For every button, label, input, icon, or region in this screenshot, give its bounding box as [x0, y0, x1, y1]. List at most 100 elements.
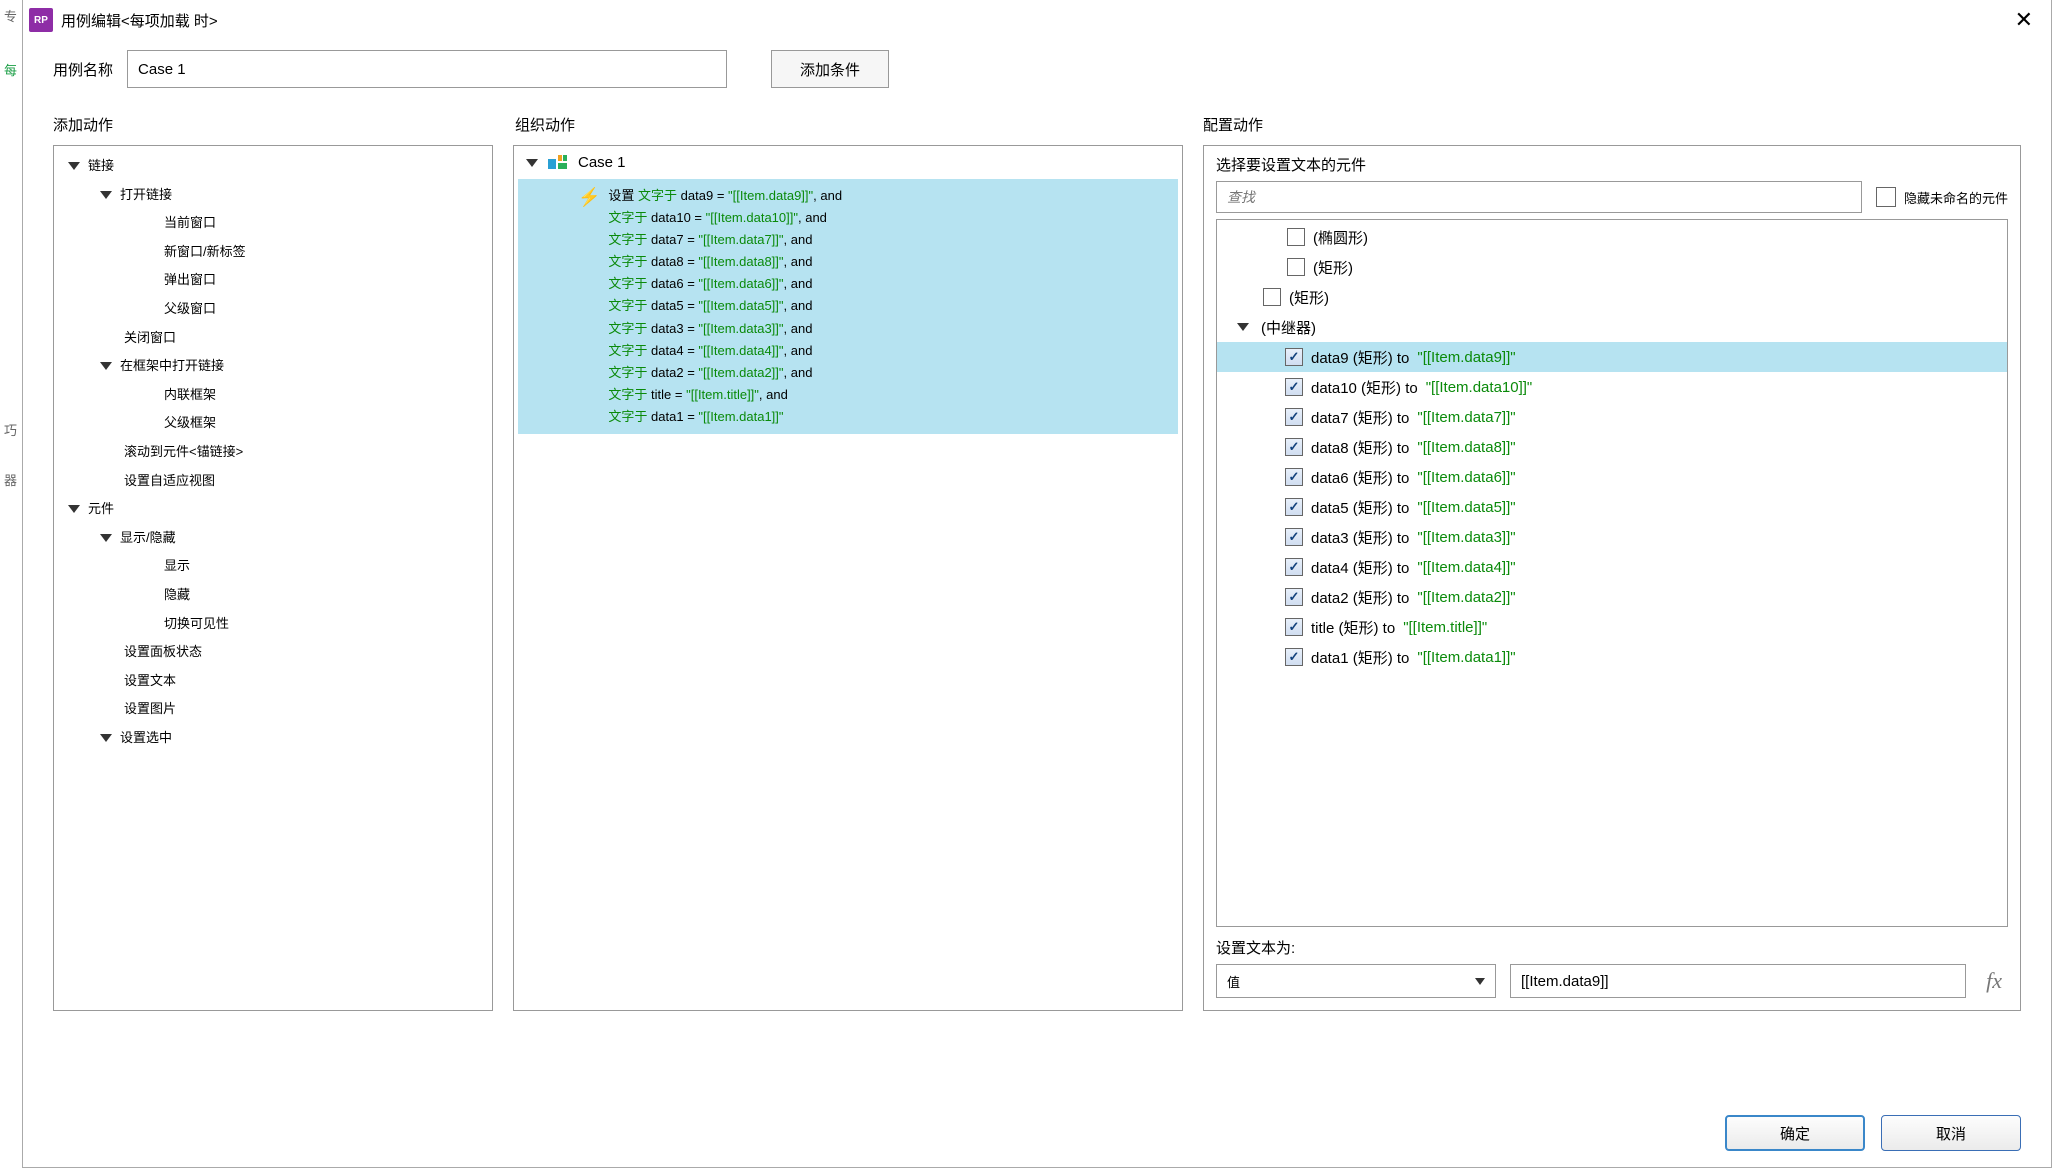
widget-item-row[interactable]: data1 (矩形) to "[[Item.data1]]" — [1217, 642, 2007, 672]
tree-label: 隐藏 — [164, 581, 190, 610]
action-tree-item[interactable]: 父级窗口 — [54, 295, 492, 324]
search-input[interactable] — [1216, 181, 1862, 213]
checkbox-icon[interactable] — [1285, 378, 1303, 396]
tree-label: 内联框架 — [164, 381, 216, 410]
caret-down-icon — [100, 362, 112, 370]
tree-label: 父级框架 — [164, 409, 216, 438]
widget-item-row[interactable]: data5 (矩形) to "[[Item.data5]]" — [1217, 492, 2007, 522]
organize-panel: Case 1 ⚡ 设置 文字于 data9 = "[[Item.data9]]"… — [513, 145, 1183, 1011]
widget-item-value: "[[Item.title]]" — [1403, 619, 1487, 636]
action-tree-item[interactable]: 隐藏 — [54, 581, 492, 610]
widget-item-row[interactable]: data8 (矩形) to "[[Item.data8]]" — [1217, 432, 2007, 462]
tree-label: 打开链接 — [120, 181, 172, 210]
tree-label: 滚动到元件<锚链接> — [124, 438, 243, 467]
widget-item-label: data2 (矩形) to — [1311, 587, 1409, 608]
checkbox-icon[interactable] — [1285, 618, 1303, 636]
action-tree-item[interactable]: 设置选中 — [54, 724, 492, 753]
action-tree-item[interactable]: 父级框架 — [54, 409, 492, 438]
tree-label: 新窗口/新标签 — [164, 238, 246, 267]
action-tree-item[interactable]: 打开链接 — [54, 181, 492, 210]
action-tree-item[interactable]: 设置面板状态 — [54, 638, 492, 667]
widget-item-label: data4 (矩形) to — [1311, 557, 1409, 578]
action-tree-item[interactable]: 滚动到元件<锚链接> — [54, 438, 492, 467]
checkbox-icon[interactable] — [1285, 528, 1303, 546]
action-line: 文字于 data2 = "[[Item.data2]]", and — [608, 362, 842, 384]
action-tree-item[interactable]: 当前窗口 — [54, 209, 492, 238]
case-name-row: 用例名称 添加条件 — [23, 40, 2051, 96]
checkbox-icon[interactable] — [1263, 288, 1281, 306]
action-tree-item[interactable]: 新窗口/新标签 — [54, 238, 492, 267]
close-icon[interactable]: ✕ — [2003, 3, 2045, 37]
action-tree-item[interactable]: 设置图片 — [54, 695, 492, 724]
widget-item-row[interactable]: data3 (矩形) to "[[Item.data3]]" — [1217, 522, 2007, 552]
widget-item-row[interactable]: data2 (矩形) to "[[Item.data2]]" — [1217, 582, 2007, 612]
widget-item-row[interactable]: data4 (矩形) to "[[Item.data4]]" — [1217, 552, 2007, 582]
action-tree-item[interactable]: 元件 — [54, 495, 492, 524]
app-icon: RP — [29, 8, 53, 32]
checkbox-icon[interactable] — [1285, 348, 1303, 366]
widget-label: (矩形) — [1289, 287, 1329, 308]
dropdown-value: 值 — [1227, 972, 1240, 991]
ok-button[interactable]: 确定 — [1725, 1115, 1865, 1151]
widget-row[interactable]: (椭圆形) — [1217, 222, 2007, 252]
widget-item-label: data5 (矩形) to — [1311, 497, 1409, 518]
case-row[interactable]: Case 1 — [516, 148, 1180, 177]
case-editor-dialog: RP 用例编辑<每项加载 时> ✕ 用例名称 添加条件 添加动作 组织动作 配置… — [22, 0, 2052, 1168]
set-text-value-input[interactable] — [1510, 964, 1966, 998]
action-tree-item[interactable]: 关闭窗口 — [54, 324, 492, 353]
caret-down-icon — [100, 734, 112, 742]
action-tree-item[interactable]: 内联框架 — [54, 381, 492, 410]
action-tree-item[interactable]: 显示/隐藏 — [54, 524, 492, 553]
case-name-input[interactable] — [127, 50, 727, 88]
caret-down-icon — [100, 534, 112, 542]
checkbox-icon[interactable] — [1285, 468, 1303, 486]
widget-row[interactable]: (矩形) — [1217, 252, 2007, 282]
widget-item-row[interactable]: data6 (矩形) to "[[Item.data6]]" — [1217, 462, 2007, 492]
checkbox-icon[interactable] — [1285, 498, 1303, 516]
widget-label: (椭圆形) — [1313, 227, 1368, 248]
checkbox-icon[interactable] — [1285, 588, 1303, 606]
checkbox-icon[interactable] — [1287, 228, 1305, 246]
widget-item-row[interactable]: title (矩形) to "[[Item.title]]" — [1217, 612, 2007, 642]
set-text-type-dropdown[interactable]: 值 — [1216, 964, 1496, 998]
action-tree-item[interactable]: 显示 — [54, 552, 492, 581]
actions-tree-scroll[interactable]: 链接打开链接当前窗口新窗口/新标签弹出窗口父级窗口关闭窗口在框架中打开链接内联框… — [54, 146, 492, 1010]
action-set-text[interactable]: ⚡ 设置 文字于 data9 = "[[Item.data9]]", and文字… — [518, 179, 1178, 434]
widget-row[interactable]: (矩形) — [1217, 282, 2007, 312]
checkbox-icon[interactable] — [1285, 648, 1303, 666]
widget-item-row[interactable]: data7 (矩形) to "[[Item.data7]]" — [1217, 402, 2007, 432]
cancel-button[interactable]: 取消 — [1881, 1115, 2021, 1151]
widget-tree-scroll[interactable]: (椭圆形) (矩形) (矩形) (中继器)data9 (矩形) to "[[Item.… — [1216, 219, 2008, 927]
set-text-label: 设置文本为: — [1216, 937, 2008, 958]
hide-unnamed-checkbox[interactable]: 隐藏未命名的元件 — [1876, 187, 2008, 207]
tree-label: 链接 — [88, 152, 114, 181]
widget-item-label: data10 (矩形) to — [1311, 377, 1418, 398]
checkbox-icon[interactable] — [1285, 438, 1303, 456]
add-condition-button[interactable]: 添加条件 — [771, 50, 889, 88]
action-tree-item[interactable]: 切换可见性 — [54, 610, 492, 639]
case-icon — [548, 155, 568, 171]
tree-label: 关闭窗口 — [124, 324, 176, 353]
action-tree-item[interactable]: 链接 — [54, 152, 492, 181]
tree-label: 设置面板状态 — [124, 638, 202, 667]
checkbox-icon[interactable] — [1287, 258, 1305, 276]
checkbox-icon[interactable] — [1285, 408, 1303, 426]
widget-item-row[interactable]: data10 (矩形) to "[[Item.data10]]" — [1217, 372, 2007, 402]
widget-item-value: "[[Item.data4]]" — [1417, 559, 1515, 576]
caret-down-icon — [68, 505, 80, 513]
tree-label: 切换可见性 — [164, 610, 229, 639]
caret-down-icon — [526, 159, 538, 167]
tree-label: 弹出窗口 — [164, 266, 216, 295]
header-add-action: 添加动作 — [53, 114, 515, 135]
widget-item-row[interactable]: data9 (矩形) to "[[Item.data9]]" — [1217, 342, 2007, 372]
checkbox-icon[interactable] — [1285, 558, 1303, 576]
select-widget-title: 选择要设置文本的元件 — [1216, 154, 2008, 175]
widget-item-value: "[[Item.data1]]" — [1417, 649, 1515, 666]
action-tree-item[interactable]: 设置文本 — [54, 667, 492, 696]
widget-item-value: "[[Item.data9]]" — [1417, 349, 1515, 366]
fx-icon[interactable]: fx — [1980, 968, 2008, 994]
action-tree-item[interactable]: 弹出窗口 — [54, 266, 492, 295]
action-tree-item[interactable]: 设置自适应视图 — [54, 467, 492, 496]
repeater-row[interactable]: (中继器) — [1217, 312, 2007, 342]
action-tree-item[interactable]: 在框架中打开链接 — [54, 352, 492, 381]
